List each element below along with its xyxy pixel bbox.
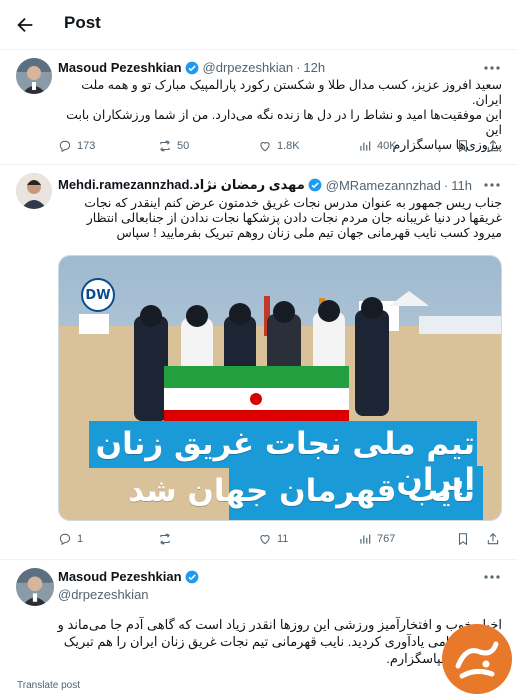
views-icon — [360, 534, 371, 544]
separator-dot: · — [296, 60, 301, 75]
tweet-text: اخبار خوب و افتخارآمیز ورزشی این روزها ا… — [16, 616, 502, 667]
views-button[interactable]: 40K — [358, 139, 397, 153]
post-header: Post — [0, 0, 517, 50]
share-button[interactable] — [486, 532, 505, 546]
author-name[interactable]: Masoud Pezeshkian — [58, 569, 182, 584]
more-icon[interactable] — [483, 65, 501, 71]
reply-icon — [59, 140, 71, 153]
tweet-actions: 173 50 1.8K 40K — [58, 139, 502, 159]
tweet-line: اخبار خوب و افتخارآمیز ورزشی این روزها ا… — [57, 617, 502, 632]
author-name[interactable]: Mehdi.ramezannzhad.مهدی رمضان نژاد — [58, 177, 305, 193]
tweet-line: این موفقیت‌ها امید و نشاط را در دل ها زن… — [66, 108, 502, 137]
view-count: 767 — [377, 533, 396, 545]
bookmark-button[interactable] — [456, 139, 475, 153]
verified-badge-icon — [185, 570, 198, 583]
tweet-text: جناب ریس جمهور به عنوان مدرس نجات غریق خ… — [58, 196, 502, 241]
views-icon — [360, 141, 371, 151]
page-title: Post — [64, 13, 101, 32]
like-button[interactable]: 1.8K — [258, 139, 300, 153]
dw-logo: DW — [81, 278, 115, 312]
share-button[interactable] — [486, 139, 505, 153]
watermark-logo-icon — [442, 624, 512, 694]
like-count: 11 — [277, 533, 289, 545]
repost-icon — [160, 533, 170, 545]
repost-icon — [160, 140, 170, 152]
author-handle[interactable]: @drpezeshkian — [58, 587, 149, 602]
heart-icon — [260, 142, 270, 152]
tweet-line: میرود کسب نایب قهرمانی جهان تیم ملی زنان… — [116, 226, 503, 240]
share-icon — [487, 140, 499, 152]
bookmark-button[interactable] — [456, 532, 475, 546]
avatar[interactable] — [16, 568, 54, 606]
repost-count: 50 — [177, 140, 190, 152]
tweet-line: جناب ریس جمهور به عنوان مدرس نجات غریق خ… — [84, 196, 502, 210]
reply-button[interactable]: 173 — [58, 139, 95, 153]
heart-icon — [260, 535, 270, 545]
view-count: 40K — [377, 140, 397, 152]
separator-dot: · — [443, 177, 449, 193]
like-count: 1.8K — [277, 140, 300, 152]
bookmark-icon — [458, 533, 468, 546]
verified-badge-icon — [308, 178, 322, 192]
reply-count: 1 — [77, 533, 84, 545]
tweet-line: می‌گویم. سپاسگزارم. — [386, 651, 502, 666]
more-icon[interactable] — [483, 182, 501, 188]
reply-button[interactable]: 1 — [58, 532, 83, 546]
repost-button[interactable] — [158, 532, 177, 546]
tweet-main[interactable]: Masoud Pezeshkian @drpezeshkian · 12h سع… — [0, 50, 517, 165]
like-button[interactable]: 11 — [258, 532, 288, 546]
author-name[interactable]: Masoud Pezeshkian — [58, 60, 182, 75]
post-time[interactable]: 11h — [451, 178, 472, 193]
views-button[interactable]: 767 — [358, 532, 395, 546]
caption-line-2: نایب قهرمان جهان شد — [128, 473, 475, 509]
bookmark-icon — [458, 140, 468, 153]
more-icon[interactable] — [483, 574, 501, 580]
translate-post-link[interactable]: Translate post — [17, 680, 80, 691]
author-handle[interactable]: @MRamezannzhad — [326, 178, 441, 193]
avatar[interactable] — [16, 173, 52, 209]
tweet-actions: 1 11 767 — [58, 532, 502, 552]
verified-badge-icon — [185, 61, 198, 74]
arrow-left-icon[interactable] — [14, 14, 36, 36]
repost-button[interactable]: 50 — [158, 139, 189, 153]
post-time[interactable]: 12h — [303, 60, 325, 75]
avatar[interactable] — [16, 58, 52, 94]
share-icon — [487, 533, 499, 545]
tweet-line: دوست گرامی یادآوری کردید. نایب قهرمانی ت… — [63, 634, 502, 649]
reply-count: 173 — [77, 140, 96, 152]
tweet-line: غریقها در دنیا غریبانه جان مردم نجات داد… — [86, 211, 502, 225]
reply-icon — [59, 533, 71, 546]
post-image[interactable]: DW تیم ملی نجات غریق زنان ایران نایب قهر… — [58, 255, 502, 521]
tweet-line: سعید افروز عزیز، کسب مدال طلا و شکستن رک… — [81, 78, 502, 107]
author-handle[interactable]: @drpezeshkian — [203, 60, 294, 75]
